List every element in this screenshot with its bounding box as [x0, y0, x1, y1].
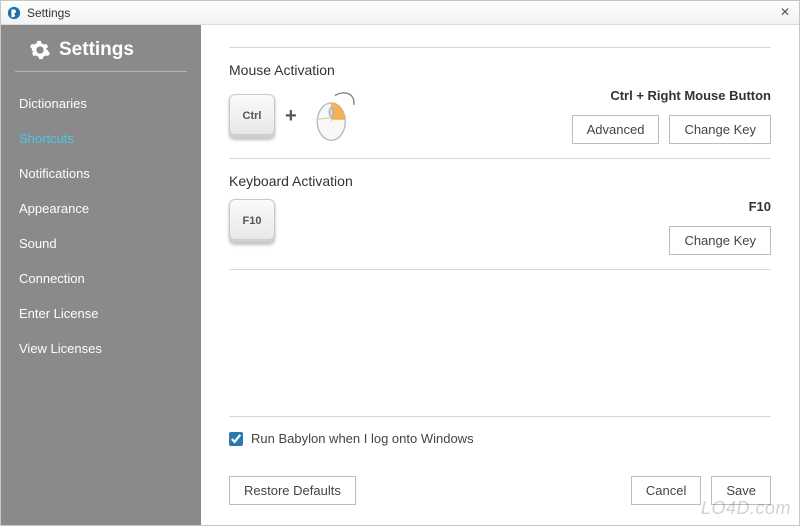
mouse-activation-visual: Ctrl +: [229, 88, 363, 144]
sidebar-item-appearance[interactable]: Appearance: [1, 191, 201, 226]
bottom-buttons: Restore Defaults Cancel Save: [229, 476, 771, 505]
save-button[interactable]: Save: [711, 476, 771, 505]
section-divider-1: [229, 158, 771, 159]
sidebar-header: Settings: [15, 39, 187, 72]
top-divider: [229, 47, 771, 48]
mouse-activation-title: Mouse Activation: [229, 62, 771, 78]
footer-area: Run Babylon when I log onto Windows Rest…: [201, 416, 799, 525]
sidebar-item-dictionaries[interactable]: Dictionaries: [1, 86, 201, 121]
mouse-activation-row: Ctrl + Ctrl + Right Mouse Button: [229, 88, 771, 144]
keyboard-activation-title: Keyboard Activation: [229, 173, 771, 189]
keyboard-activation-visual: F10: [229, 199, 275, 243]
run-on-logon-checkbox[interactable]: [229, 432, 243, 446]
keyboard-activation-buttons: Change Key: [669, 226, 771, 255]
content: Mouse Activation Ctrl +: [201, 25, 799, 416]
sidebar-item-enter-license[interactable]: Enter License: [1, 296, 201, 331]
window-title: Settings: [27, 6, 70, 20]
sidebar-title: Settings: [59, 39, 134, 61]
keyboard-activation-combo: F10: [669, 199, 771, 214]
section-divider-2: [229, 269, 771, 270]
advanced-button[interactable]: Advanced: [572, 115, 660, 144]
keyboard-activation-row: F10 F10 Change Key: [229, 199, 771, 255]
keyboard-activation-right: F10 Change Key: [669, 199, 771, 255]
keyboard-change-key-button[interactable]: Change Key: [669, 226, 771, 255]
sidebar-item-sound[interactable]: Sound: [1, 226, 201, 261]
close-button[interactable]: ✕: [777, 5, 793, 21]
run-on-logon-label: Run Babylon when I log onto Windows: [251, 431, 474, 446]
run-on-logon-row[interactable]: Run Babylon when I log onto Windows: [229, 416, 771, 446]
mouse-activation-combo: Ctrl + Right Mouse Button: [572, 88, 771, 103]
main-panel: Mouse Activation Ctrl +: [201, 25, 799, 525]
sidebar-item-notifications[interactable]: Notifications: [1, 156, 201, 191]
sidebar: Settings Dictionaries Shortcuts Notifica…: [1, 25, 201, 525]
sidebar-item-view-licenses[interactable]: View Licenses: [1, 331, 201, 366]
mouse-change-key-button[interactable]: Change Key: [669, 115, 771, 144]
app-icon: [7, 6, 21, 20]
save-cancel-group: Cancel Save: [631, 476, 771, 505]
mouse-activation-right: Ctrl + Right Mouse Button Advanced Chang…: [572, 88, 771, 144]
gear-icon: [29, 39, 51, 61]
sidebar-item-shortcuts[interactable]: Shortcuts: [1, 121, 201, 156]
ctrl-keycap: Ctrl: [229, 94, 275, 138]
f10-keycap: F10: [229, 199, 275, 243]
sidebar-items: Dictionaries Shortcuts Notifications App…: [1, 80, 201, 372]
mouse-icon: [307, 88, 363, 144]
sidebar-item-connection[interactable]: Connection: [1, 261, 201, 296]
cancel-button[interactable]: Cancel: [631, 476, 701, 505]
settings-window: Settings ✕ Settings Dictionaries Shortcu…: [0, 0, 800, 526]
titlebar: Settings ✕: [1, 1, 799, 25]
window-body: Settings Dictionaries Shortcuts Notifica…: [1, 25, 799, 525]
mouse-activation-buttons: Advanced Change Key: [572, 115, 771, 144]
plus-icon: +: [285, 105, 297, 128]
restore-defaults-button[interactable]: Restore Defaults: [229, 476, 356, 505]
